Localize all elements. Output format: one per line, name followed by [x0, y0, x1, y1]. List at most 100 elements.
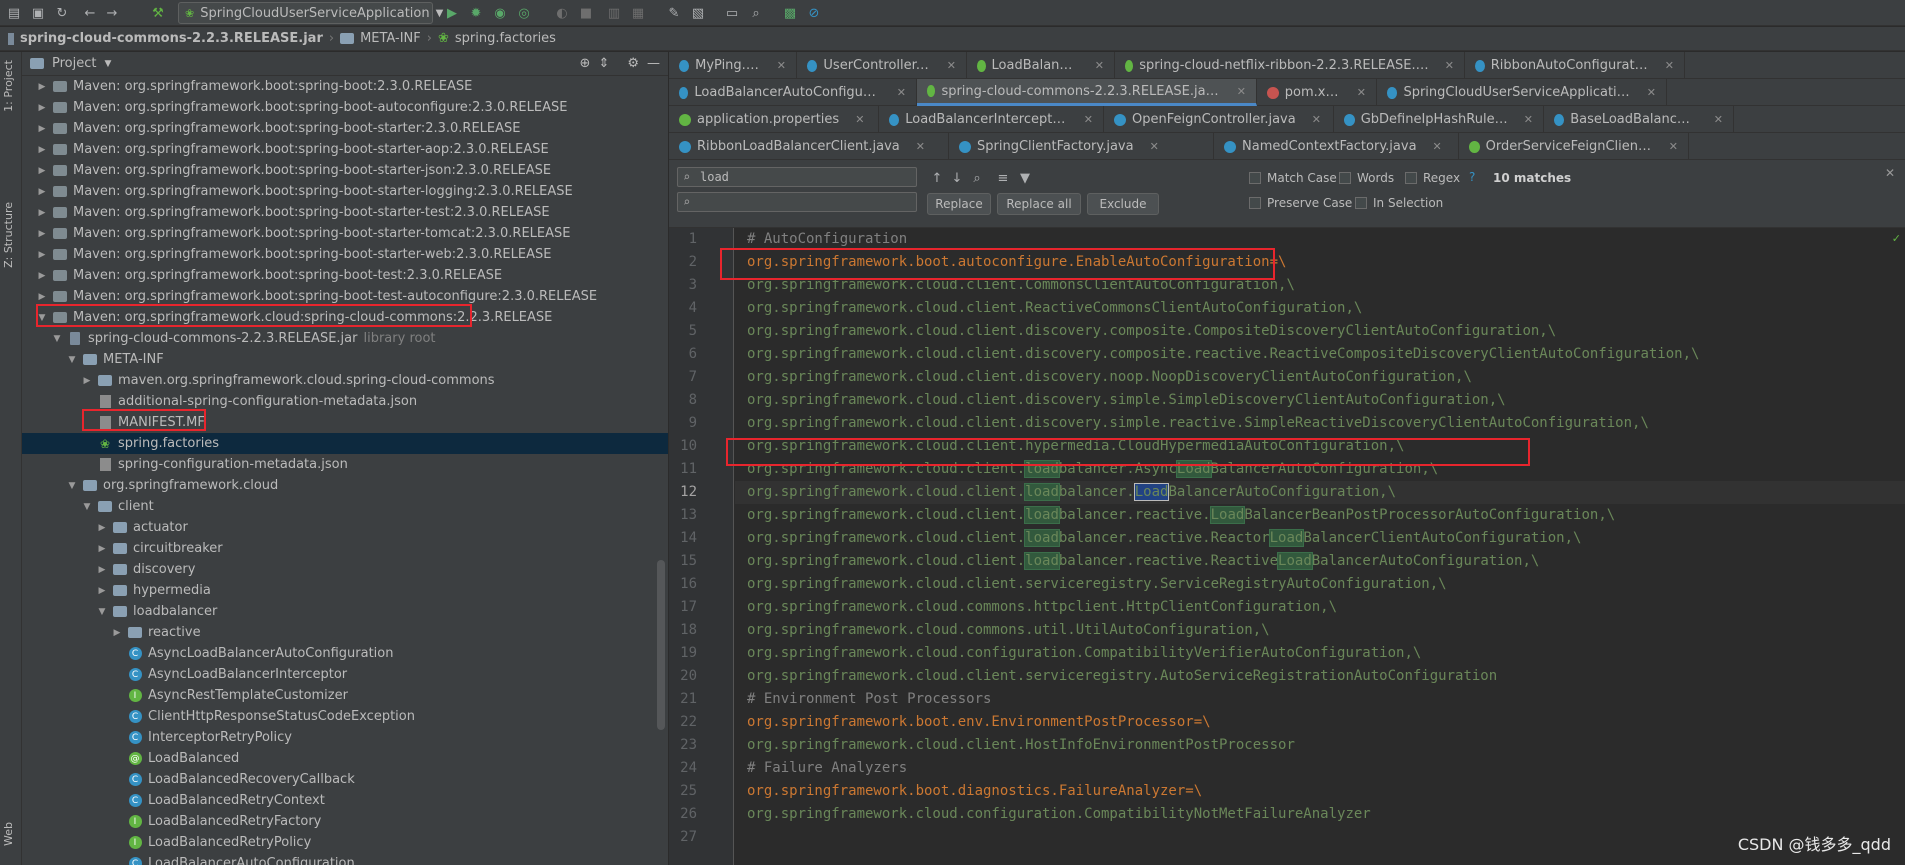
close-tab-icon[interactable]: ✕: [1237, 85, 1246, 98]
collapsed-arrow-icon[interactable]: ▶: [36, 82, 48, 92]
tree-item[interactable]: ▶ reactive: [22, 622, 668, 643]
tree-item[interactable]: C AsyncLoadBalancerAutoConfiguration: [22, 643, 668, 664]
code-line[interactable]: org.springframework.cloud.configuration.…: [735, 803, 1905, 826]
profile-icon[interactable]: ◎: [516, 5, 532, 21]
previous-occurrence-icon[interactable]: ↑: [929, 170, 945, 186]
editor-tab[interactable]: spring-cloud-netflix-ribbon-2.2.3.RELEAS…: [1115, 52, 1465, 79]
tree-item[interactable]: ▶ Maven: org.springframework.boot:spring-…: [22, 97, 668, 118]
open-icon[interactable]: ▤: [6, 5, 22, 21]
breadcrumb-file[interactable]: spring.factories: [455, 31, 556, 46]
close-tab-icon[interactable]: ✕: [777, 59, 786, 72]
replace-input[interactable]: ⌕: [677, 192, 917, 212]
tree-item[interactable]: ▶ Maven: org.springframework.boot:spring-…: [22, 76, 668, 97]
code-line[interactable]: org.springframework.cloud.client.loadbal…: [735, 481, 1905, 504]
collapsed-arrow-icon[interactable]: ▶: [36, 229, 48, 239]
tree-item[interactable]: ▶ Maven: org.springframework.boot:spring-…: [22, 244, 668, 265]
project-tool-tab[interactable]: 1: Project: [2, 60, 15, 112]
editor-tab[interactable]: LoadBalanced.java ✕: [967, 52, 1115, 79]
debug-icon[interactable]: ✹: [468, 5, 484, 21]
editor-tab[interactable]: RibbonAutoConfiguration.java ✕: [1465, 52, 1685, 79]
exclude-button[interactable]: Exclude: [1087, 193, 1159, 215]
expanded-arrow-icon[interactable]: ▼: [96, 607, 108, 617]
code-line[interactable]: org.springframework.cloud.client.Reactiv…: [735, 297, 1905, 320]
tree-item[interactable]: ▼ org.springframework.cloud: [22, 475, 668, 496]
project-scrollbar[interactable]: [657, 560, 665, 730]
replace-all-button[interactable]: Replace all: [997, 193, 1081, 215]
code-line[interactable]: org.springframework.boot.autoconfigure.E…: [735, 251, 1905, 274]
tree-item[interactable]: MANIFEST.MF: [22, 412, 668, 433]
code-line[interactable]: org.springframework.boot.env.Environment…: [735, 711, 1905, 734]
web-tool-tab[interactable]: Web: [2, 822, 15, 846]
editor-tab[interactable]: application.properties ✕: [669, 106, 879, 133]
close-tab-icon[interactable]: ✕: [1714, 113, 1723, 126]
tree-item[interactable]: ▼ spring-cloud-commons-2.2.3.RELEASE.jar l…: [22, 328, 668, 349]
editor-tab[interactable]: LoadBalancerInterceptor.java ✕: [879, 106, 1104, 133]
close-tab-icon[interactable]: ✕: [1084, 113, 1093, 126]
code-line[interactable]: org.springframework.cloud.client.discove…: [735, 389, 1905, 412]
expanded-arrow-icon[interactable]: ▼: [36, 313, 48, 323]
collapse-all-icon[interactable]: ⇕: [598, 56, 609, 71]
run-configuration-select[interactable]: ❀ SpringCloudUserServiceApplication ▼: [178, 2, 443, 24]
collapsed-arrow-icon[interactable]: ▶: [36, 145, 48, 155]
breadcrumb-folder[interactable]: META-INF: [360, 31, 421, 46]
minimize-icon[interactable]: —: [647, 56, 660, 71]
tree-item[interactable]: ▶ Maven: org.springframework.boot:spring-…: [22, 223, 668, 244]
code-line[interactable]: org.springframework.cloud.client.discove…: [735, 412, 1905, 435]
tree-item[interactable]: additional-spring-configuration-metadata…: [22, 391, 668, 412]
regex-checkbox[interactable]: Regex: [1405, 171, 1460, 185]
locate-icon[interactable]: ⊕: [580, 56, 591, 71]
close-tab-icon[interactable]: ✕: [1445, 59, 1454, 72]
expanded-arrow-icon[interactable]: ▼: [66, 355, 78, 365]
back-icon[interactable]: ←: [82, 5, 98, 21]
collapsed-arrow-icon[interactable]: ▶: [36, 166, 48, 176]
tree-item[interactable]: ▼ META-INF: [22, 349, 668, 370]
collapsed-arrow-icon[interactable]: ▶: [36, 292, 48, 302]
collapsed-arrow-icon[interactable]: ▶: [81, 376, 93, 386]
close-tab-icon[interactable]: ✕: [1150, 140, 1159, 153]
collapsed-arrow-icon[interactable]: ▶: [36, 187, 48, 197]
collapsed-arrow-icon[interactable]: ▶: [111, 628, 123, 638]
tree-item[interactable]: ▶ Maven: org.springframework.boot:spring-…: [22, 118, 668, 139]
search-input[interactable]: ⌕ load: [677, 167, 917, 187]
tree-item[interactable]: ▶ circuitbreaker: [22, 538, 668, 559]
close-tab-icon[interactable]: ✕: [855, 113, 864, 126]
wrench-icon[interactable]: ✎: [666, 5, 682, 21]
code-line[interactable]: org.springframework.cloud.client.service…: [735, 665, 1905, 688]
editor-tab[interactable]: GbDefineIpHashRule.java ✕: [1334, 106, 1544, 133]
layout-icon[interactable]: ▥: [606, 5, 622, 21]
editor-tab[interactable]: NamedContextFactory.java ✕: [1214, 133, 1459, 160]
collapsed-arrow-icon[interactable]: ▶: [36, 103, 48, 113]
close-tab-icon[interactable]: ✕: [1433, 140, 1442, 153]
code-line[interactable]: org.springframework.cloud.client.discove…: [735, 320, 1905, 343]
collapsed-arrow-icon[interactable]: ▶: [36, 250, 48, 260]
build-icon[interactable]: ⚒: [150, 5, 166, 21]
in-selection-checkbox[interactable]: In Selection: [1355, 196, 1443, 210]
close-tab-icon[interactable]: ✕: [916, 140, 925, 153]
expanded-arrow-icon[interactable]: ▼: [81, 502, 93, 512]
expanded-arrow-icon[interactable]: ▼: [51, 334, 63, 344]
tree-item[interactable]: ❀ spring.factories: [22, 433, 668, 454]
monitor-icon[interactable]: ▩: [782, 5, 798, 21]
code-line[interactable]: org.springframework.cloud.client.hyperme…: [735, 435, 1905, 458]
forward-icon[interactable]: →: [104, 5, 120, 21]
split-icon[interactable]: ▦: [630, 5, 646, 21]
tree-item[interactable]: ▶ actuator: [22, 517, 668, 538]
close-tab-icon[interactable]: ✕: [1357, 86, 1366, 99]
terminal-icon[interactable]: ▭: [724, 5, 740, 21]
tree-item[interactable]: ▼ Maven: org.springframework.cloud:spring…: [22, 307, 668, 328]
replace-button[interactable]: Replace: [927, 193, 991, 215]
editor-tab[interactable]: OrderServiceFeignClient.java ✕: [1459, 133, 1689, 160]
match-case-checkbox[interactable]: Match Case: [1249, 171, 1337, 185]
code-editor[interactable]: # AutoConfiguration org.springframework.b…: [735, 228, 1905, 865]
collapsed-arrow-icon[interactable]: ▶: [36, 124, 48, 134]
run-icon[interactable]: ▶: [444, 5, 460, 21]
code-line[interactable]: org.springframework.cloud.client.loadbal…: [735, 458, 1905, 481]
tree-item[interactable]: ▶ Maven: org.springframework.boot:spring-…: [22, 265, 668, 286]
tree-item[interactable]: C ClientHttpResponseStatusCodeException: [22, 706, 668, 727]
coverage-icon[interactable]: ◉: [492, 5, 508, 21]
tree-item[interactable]: C LoadBalancerAutoConfiguration: [22, 853, 668, 865]
close-icon[interactable]: ✕: [1885, 166, 1895, 180]
editor-tab[interactable]: OpenFeignController.java ✕: [1104, 106, 1334, 133]
project-panel-title[interactable]: Project: [52, 56, 96, 71]
code-line[interactable]: # Failure Analyzers: [735, 757, 1905, 780]
